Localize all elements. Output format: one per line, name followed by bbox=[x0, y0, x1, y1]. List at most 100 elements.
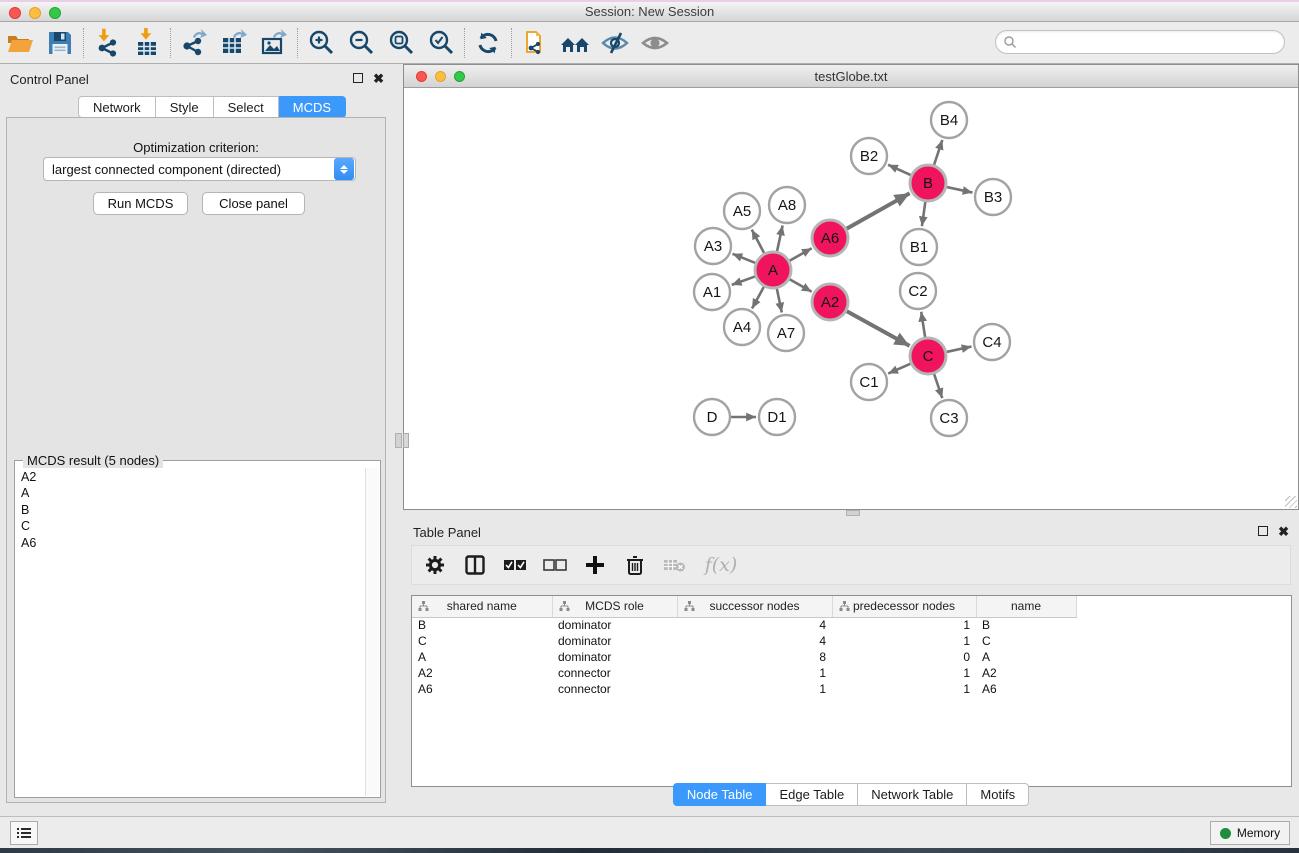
graph-node-B4[interactable]: B4 bbox=[931, 102, 967, 138]
home-button[interactable] bbox=[555, 25, 595, 61]
close-table-panel-icon[interactable]: ✖ bbox=[1278, 525, 1289, 538]
graph-node-C4[interactable]: C4 bbox=[974, 324, 1010, 360]
list-item[interactable]: C bbox=[21, 518, 364, 534]
graph-node-A7[interactable]: A7 bbox=[768, 315, 804, 351]
column-header-shared-name[interactable]: shared name bbox=[412, 596, 552, 617]
function-builder-button[interactable]: f(x) bbox=[702, 552, 740, 578]
tab-node-table[interactable]: Node Table bbox=[673, 783, 767, 806]
tab-network-table[interactable]: Network Table bbox=[858, 783, 967, 806]
import-table-button[interactable] bbox=[127, 25, 167, 61]
network-graph[interactable]: B4B2BB3A8A5A6A3B1AA1C2A2A4A7C4CC1C3DD1 bbox=[404, 88, 1298, 509]
graph-edge-B-B1[interactable] bbox=[922, 202, 925, 226]
graph-edge-C-C2[interactable] bbox=[921, 312, 925, 337]
column-header-successor-nodes[interactable]: successor nodes bbox=[677, 596, 832, 617]
delete-table-button[interactable] bbox=[662, 552, 688, 578]
network-window-grip[interactable] bbox=[403, 433, 409, 448]
graph-edge-B-B2[interactable] bbox=[888, 165, 911, 175]
window-resize-handle[interactable] bbox=[1285, 496, 1297, 508]
graph-node-D[interactable]: D bbox=[694, 399, 730, 435]
table-row[interactable]: Bdominator 41 B bbox=[412, 617, 1076, 633]
graph-node-A8[interactable]: A8 bbox=[769, 187, 805, 223]
list-item[interactable]: B bbox=[21, 502, 364, 518]
show-all-button[interactable] bbox=[635, 25, 675, 61]
network-window-titlebar[interactable]: testGlobe.txt bbox=[404, 65, 1298, 88]
zoom-in-button[interactable] bbox=[301, 25, 341, 61]
close-panel-button[interactable]: Close panel bbox=[202, 192, 305, 215]
mcds-result-list[interactable]: A2 A B C A6 bbox=[17, 469, 364, 795]
delete-column-button[interactable] bbox=[622, 552, 648, 578]
select-all-columns-button[interactable] bbox=[502, 552, 528, 578]
graph-node-C2[interactable]: C2 bbox=[900, 273, 936, 309]
hide-selected-button[interactable] bbox=[595, 25, 635, 61]
deselect-all-columns-button[interactable] bbox=[542, 552, 568, 578]
table-row[interactable]: Adominator 80 A bbox=[412, 649, 1076, 665]
column-header-name[interactable]: name bbox=[976, 596, 1076, 617]
list-item[interactable]: A bbox=[21, 485, 364, 501]
graph-edge-B-B3[interactable] bbox=[947, 187, 973, 193]
list-item[interactable]: A6 bbox=[21, 535, 364, 551]
column-header-predecessor-nodes[interactable]: predecessor nodes bbox=[832, 596, 976, 617]
zoom-fit-button[interactable] bbox=[381, 25, 421, 61]
graph-edge-A-A6[interactable] bbox=[790, 248, 812, 260]
graph-node-C3[interactable]: C3 bbox=[931, 400, 967, 436]
float-table-panel-icon[interactable] bbox=[1258, 526, 1268, 536]
split-columns-button[interactable] bbox=[462, 552, 488, 578]
graph-node-A6[interactable]: A6 bbox=[812, 220, 848, 256]
tab-motifs[interactable]: Motifs bbox=[967, 783, 1029, 806]
export-table-button[interactable] bbox=[214, 25, 254, 61]
graph-node-A[interactable]: A bbox=[755, 252, 791, 288]
criterion-dropdown[interactable]: largest connected component (directed) bbox=[43, 157, 356, 181]
export-network-button[interactable] bbox=[174, 25, 214, 61]
zoom-selected-button[interactable] bbox=[421, 25, 461, 61]
graph-node-A5[interactable]: A5 bbox=[724, 193, 760, 229]
node-table[interactable]: shared name MCDS role successor nodes pr… bbox=[412, 596, 1077, 697]
graph-edge-A-A2[interactable] bbox=[790, 279, 812, 291]
network-canvas[interactable]: B4B2BB3A8A5A6A3B1AA1C2A2A4A7C4CC1C3DD1 bbox=[404, 88, 1298, 509]
zoom-out-button[interactable] bbox=[341, 25, 381, 61]
graph-node-C[interactable]: C bbox=[910, 338, 946, 374]
graph-edge-B-B4[interactable] bbox=[934, 140, 942, 165]
graph-node-B1[interactable]: B1 bbox=[901, 229, 937, 265]
graph-node-C1[interactable]: C1 bbox=[851, 364, 887, 400]
column-header-mcds-role[interactable]: MCDS role bbox=[552, 596, 677, 617]
graph-node-A3[interactable]: A3 bbox=[695, 228, 731, 264]
table-row[interactable]: A2connector 11 A2 bbox=[412, 665, 1076, 681]
graph-edge-A-A1[interactable] bbox=[732, 276, 755, 284]
list-item[interactable]: A2 bbox=[21, 469, 364, 485]
graph-node-B3[interactable]: B3 bbox=[975, 179, 1011, 215]
refresh-button[interactable] bbox=[468, 25, 508, 61]
close-panel-icon[interactable]: ✖ bbox=[373, 72, 384, 85]
tab-style[interactable]: Style bbox=[156, 96, 214, 118]
open-session-button[interactable] bbox=[0, 25, 40, 61]
graph-edge-A-A3[interactable] bbox=[732, 254, 755, 263]
graph-node-A2[interactable]: A2 bbox=[812, 284, 848, 320]
graph-node-D1[interactable]: D1 bbox=[759, 399, 795, 435]
search-input[interactable] bbox=[1017, 32, 1284, 52]
graph-edge-C-C1[interactable] bbox=[888, 364, 910, 374]
graph-node-B[interactable]: B bbox=[910, 165, 946, 201]
show-log-button[interactable] bbox=[10, 821, 38, 845]
graph-edge-A6-B[interactable] bbox=[847, 193, 910, 228]
graph-edge-A-A4[interactable] bbox=[752, 287, 764, 309]
run-mcds-button[interactable]: Run MCDS bbox=[93, 192, 188, 215]
graph-node-A1[interactable]: A1 bbox=[694, 274, 730, 310]
table-settings-button[interactable] bbox=[422, 552, 448, 578]
tab-select[interactable]: Select bbox=[214, 96, 279, 118]
graph-node-B2[interactable]: B2 bbox=[851, 138, 887, 174]
tab-edge-table[interactable]: Edge Table bbox=[766, 783, 858, 806]
save-session-button[interactable] bbox=[40, 25, 80, 61]
tab-network[interactable]: Network bbox=[78, 96, 156, 118]
table-row[interactable]: A6connector 11 A6 bbox=[412, 681, 1076, 697]
graph-edge-C-C3[interactable] bbox=[934, 374, 942, 398]
graph-edge-A-A8[interactable] bbox=[777, 226, 783, 252]
tab-mcds[interactable]: MCDS bbox=[279, 96, 346, 118]
graph-edge-A-A5[interactable] bbox=[752, 230, 764, 254]
memory-button[interactable]: Memory bbox=[1210, 821, 1290, 845]
new-network-from-selection-button[interactable] bbox=[515, 25, 555, 61]
result-scrollbar[interactable] bbox=[365, 468, 379, 796]
float-panel-icon[interactable] bbox=[353, 73, 363, 83]
vertical-splitter-grip[interactable] bbox=[395, 433, 402, 448]
graph-edge-A-A7[interactable] bbox=[777, 289, 782, 313]
horizontal-splitter-grip[interactable] bbox=[846, 510, 860, 516]
table-row[interactable]: Cdominator 41 C bbox=[412, 633, 1076, 649]
